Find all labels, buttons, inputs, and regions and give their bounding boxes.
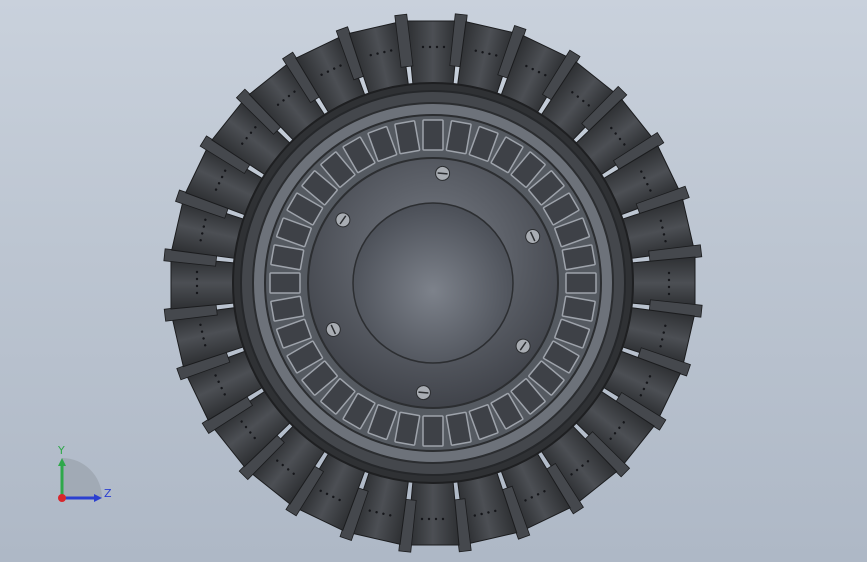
blade-hole	[667, 292, 671, 296]
blade-hole	[667, 285, 671, 289]
blade-hole	[667, 278, 671, 282]
slot-window	[445, 411, 472, 446]
triad-shadow-icon	[62, 458, 102, 498]
slot-window	[394, 120, 421, 155]
blade-hole	[427, 517, 431, 521]
slot-window	[561, 244, 596, 271]
z-axis-label: Z	[104, 487, 112, 500]
slot	[445, 120, 472, 155]
screw-slot	[437, 172, 448, 175]
y-axis-label: Y	[57, 444, 65, 457]
blade-hole	[420, 517, 424, 521]
slot	[394, 411, 421, 446]
slot	[565, 272, 597, 294]
slot-window	[445, 120, 472, 155]
slot	[270, 244, 305, 271]
slot-window	[269, 272, 301, 294]
rotor-assembly[interactable]	[163, 13, 703, 553]
slot	[561, 244, 596, 271]
blade-hole	[195, 270, 199, 274]
blade-hole	[435, 45, 439, 49]
slot-window	[394, 411, 421, 446]
3d-viewport[interactable]: Y Z	[0, 0, 867, 562]
slot	[422, 415, 444, 447]
slot-window	[422, 119, 444, 151]
blade	[406, 13, 468, 86]
slot-window	[565, 272, 597, 294]
blade	[163, 248, 236, 310]
slot	[422, 119, 444, 151]
slot	[561, 295, 596, 322]
hub-cone	[352, 202, 514, 364]
blade-hole	[195, 291, 199, 295]
slot	[394, 120, 421, 155]
slot	[269, 272, 301, 294]
blade	[398, 480, 460, 553]
blade-hole	[428, 45, 432, 49]
blade-hole	[667, 271, 671, 275]
blade-hole	[195, 277, 199, 281]
slot-window	[270, 244, 305, 271]
slot-window	[270, 295, 305, 322]
blade-hole	[441, 517, 445, 521]
coordinate-triad: Y Z	[57, 444, 112, 502]
origin-icon	[58, 494, 66, 502]
slot	[270, 295, 305, 322]
blade-hole	[434, 517, 438, 521]
screw-slot	[418, 391, 429, 394]
blade	[630, 256, 703, 318]
slot-window	[561, 295, 596, 322]
blade-hole	[442, 45, 446, 49]
slot	[445, 411, 472, 446]
blade-hole	[421, 45, 425, 49]
blade-hole	[195, 284, 199, 288]
slot-window	[422, 415, 444, 447]
